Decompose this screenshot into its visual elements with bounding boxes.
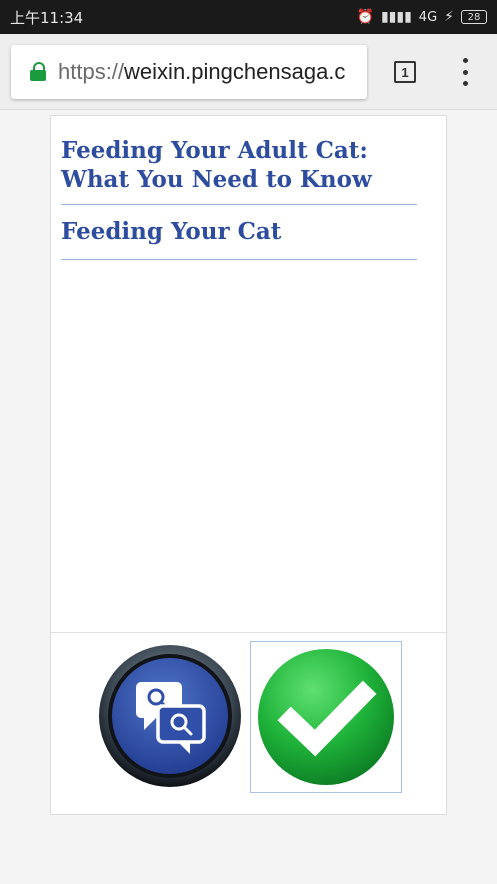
divider xyxy=(51,632,446,633)
article-link-feeding-cat[interactable]: Feeding Your Cat xyxy=(61,217,417,260)
tab-count: 1 xyxy=(401,64,409,80)
url-scheme: https:// xyxy=(58,59,125,84)
status-indicators: ⏰ ▮▮▮▮ 4G ⚡ 28 xyxy=(357,9,487,25)
tab-switcher-button[interactable]: 1 xyxy=(394,61,416,83)
url-host: weixin.pingchensaga.c xyxy=(124,59,346,84)
article-link-adult-cat[interactable]: Feeding Your Adult Cat: What You Need to… xyxy=(61,136,417,205)
browser-toolbar: https://weixin.pingchensaga.c 1 xyxy=(0,34,497,110)
content-card: Feeding Your Adult Cat: What You Need to… xyxy=(50,115,447,815)
lock-icon xyxy=(30,62,48,82)
url-text[interactable]: https://weixin.pingchensaga.c xyxy=(58,59,345,85)
status-bar: 上午11:34 ⏰ ▮▮▮▮ 4G ⚡ 28 xyxy=(0,0,497,34)
battery-level: 28 xyxy=(461,10,487,24)
search-chat-icon xyxy=(99,645,241,787)
check-icon xyxy=(258,649,394,785)
more-vert-icon[interactable] xyxy=(456,58,474,86)
network-type: 4G xyxy=(418,9,438,25)
confirm-button[interactable] xyxy=(250,641,402,793)
search-chat-button[interactable] xyxy=(98,644,242,788)
address-bar[interactable]: https://weixin.pingchensaga.c xyxy=(11,45,367,99)
signal-icon: ▮▮▮▮ xyxy=(380,9,412,25)
alarm-clock-icon: ⏰ xyxy=(356,9,374,25)
article-list: Feeding Your Adult Cat: What You Need to… xyxy=(61,136,417,260)
charging-icon: ⚡ xyxy=(444,9,454,25)
status-time: 上午11:34 xyxy=(10,8,84,27)
